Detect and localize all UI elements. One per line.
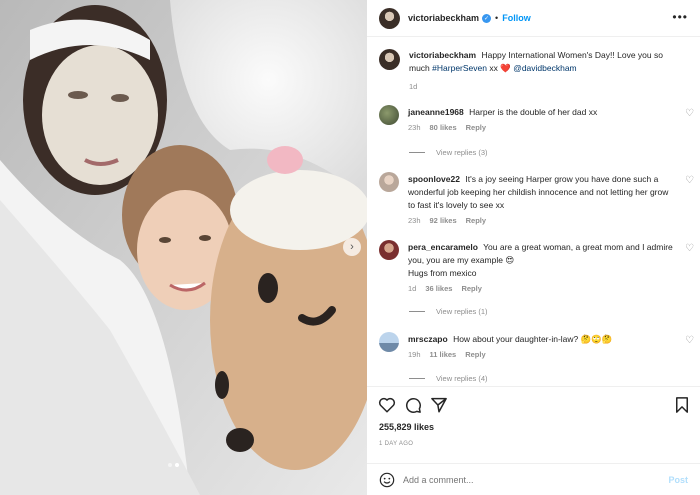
comment-meta: 23h 92 likes Reply bbox=[408, 216, 678, 225]
add-comment-bar: Post bbox=[367, 463, 700, 495]
comment-heart-icon[interactable]: ♡ bbox=[685, 109, 694, 119]
reply-button[interactable]: Reply bbox=[465, 350, 485, 359]
divider-line bbox=[409, 152, 425, 153]
view-replies-button[interactable]: View replies (1) bbox=[409, 307, 488, 316]
hashtag-link[interactable]: #HarperSeven bbox=[432, 63, 487, 73]
view-replies-label: View replies (1) bbox=[436, 307, 488, 316]
comment-likes[interactable]: 11 likes bbox=[430, 350, 457, 359]
caption-text-after: xx bbox=[489, 63, 498, 73]
caption-text-block: victoriabeckham Happy International Wome… bbox=[409, 49, 684, 75]
view-replies-label: View replies (4) bbox=[436, 374, 488, 383]
avatar[interactable] bbox=[379, 332, 399, 352]
comment-likes[interactable]: 92 likes bbox=[430, 216, 457, 225]
post-comment-button[interactable]: Post bbox=[668, 475, 688, 485]
heart-emoji: ❤️ bbox=[500, 63, 511, 73]
comment-text-block: spoonlove22 It's a joy seeing Harper gro… bbox=[408, 173, 676, 212]
follow-button[interactable]: Follow bbox=[502, 13, 531, 23]
comment-text-block: pera_encaramelo You are a great woman, a… bbox=[408, 241, 676, 280]
caption-username[interactable]: victoriabeckham bbox=[409, 50, 476, 60]
post-photo[interactable]: › bbox=[0, 0, 367, 495]
avatar[interactable] bbox=[379, 7, 400, 29]
comment-time: 23h bbox=[408, 216, 421, 225]
comment-time: 23h bbox=[408, 123, 421, 132]
header-username[interactable]: victoriabeckham bbox=[408, 13, 479, 23]
caption-time: 1d bbox=[409, 82, 418, 91]
carousel-indicator bbox=[168, 463, 179, 467]
avatar[interactable] bbox=[379, 105, 399, 125]
avatar[interactable] bbox=[379, 49, 400, 70]
comment-text: Harper is the double of her dad xx bbox=[469, 107, 598, 117]
comment-meta: 1d 36 likes Reply bbox=[408, 284, 678, 293]
action-bar bbox=[378, 396, 690, 414]
speech-bubble-icon[interactable] bbox=[404, 396, 422, 414]
avatar[interactable] bbox=[379, 172, 399, 192]
post-caption: victoriabeckham Happy International Wome… bbox=[379, 49, 694, 91]
mention-link[interactable]: @davidbeckham bbox=[513, 63, 576, 73]
comment-text: How about your daughter-in-law? 🤔🙄🤔 bbox=[453, 334, 613, 344]
likes-count[interactable]: 255,829 likes bbox=[379, 422, 434, 432]
more-options-icon[interactable]: ••• bbox=[672, 11, 688, 23]
smiley-icon[interactable] bbox=[379, 472, 395, 488]
reply-button[interactable]: Reply bbox=[466, 216, 486, 225]
comment-heart-icon[interactable]: ♡ bbox=[685, 336, 694, 346]
divider-line bbox=[409, 311, 425, 312]
comment-likes[interactable]: 80 likes bbox=[430, 123, 457, 132]
post-time: 1 DAY AGO bbox=[379, 441, 414, 447]
separator: • bbox=[495, 13, 499, 23]
comment-input[interactable] bbox=[403, 474, 653, 485]
comment-meta: 23h 80 likes Reply bbox=[408, 123, 678, 132]
chevron-right-icon: › bbox=[350, 240, 354, 253]
comment-text-line2: Hugs from mexico bbox=[408, 268, 477, 278]
paper-plane-icon[interactable] bbox=[430, 396, 448, 414]
carousel-dot-active bbox=[175, 463, 179, 467]
comment-item: spoonlove22 It's a joy seeing Harper gro… bbox=[379, 172, 694, 225]
reply-button[interactable]: Reply bbox=[466, 123, 486, 132]
post-side-panel: victoriabeckham ✓ • Follow ••• victoriab… bbox=[367, 0, 700, 495]
caption-meta: 1d bbox=[409, 82, 684, 91]
reply-button[interactable]: Reply bbox=[461, 284, 481, 293]
comment-text-block: janeanne1968 Harper is the double of her… bbox=[408, 106, 673, 119]
comment-username[interactable]: spoonlove22 bbox=[408, 174, 460, 184]
avatar[interactable] bbox=[379, 240, 399, 260]
post-header: victoriabeckham ✓ • Follow ••• bbox=[367, 0, 700, 37]
comment-time: 19h bbox=[408, 350, 421, 359]
comment-username[interactable]: janeanne1968 bbox=[408, 107, 464, 117]
comment-heart-icon[interactable]: ♡ bbox=[685, 244, 694, 254]
comment-meta: 19h 11 likes Reply bbox=[408, 350, 678, 359]
view-replies-label: View replies (3) bbox=[436, 148, 488, 157]
comment-heart-icon[interactable]: ♡ bbox=[685, 176, 694, 186]
view-replies-button[interactable]: View replies (4) bbox=[409, 374, 488, 383]
post-image bbox=[0, 0, 367, 495]
comment-item: mrsczapo How about your daughter-in-law?… bbox=[379, 332, 694, 359]
bookmark-icon[interactable] bbox=[673, 396, 691, 414]
comment-likes[interactable]: 36 likes bbox=[425, 284, 452, 293]
comment-item: janeanne1968 Harper is the double of her… bbox=[379, 105, 694, 132]
next-photo-button[interactable]: › bbox=[343, 238, 361, 256]
comment-username[interactable]: mrsczapo bbox=[408, 334, 448, 344]
verified-badge-icon: ✓ bbox=[482, 13, 492, 23]
comment-item: pera_encaramelo You are a great woman, a… bbox=[379, 240, 694, 293]
comments-list[interactable]: victoriabeckham Happy International Wome… bbox=[367, 37, 700, 386]
heart-outline-icon[interactable] bbox=[378, 396, 396, 414]
comment-time: 1d bbox=[408, 284, 417, 293]
comment-username[interactable]: pera_encaramelo bbox=[408, 242, 478, 252]
carousel-dot bbox=[168, 463, 172, 467]
comment-text-block: mrsczapo How about your daughter-in-law?… bbox=[408, 333, 676, 346]
divider-line bbox=[409, 378, 425, 379]
view-replies-button[interactable]: View replies (3) bbox=[409, 148, 488, 157]
